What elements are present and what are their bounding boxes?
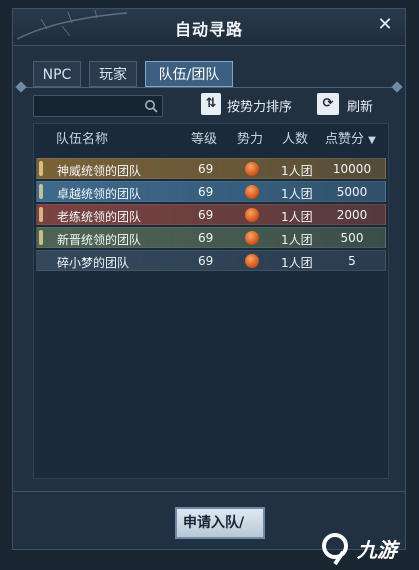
close-icon[interactable]: ✕ [375, 15, 395, 35]
level-cell: 69 [198, 185, 214, 199]
table-row[interactable]: 新晋统领的团队 69 1人团 500 [36, 227, 386, 248]
table-row[interactable]: 老练统领的团队 69 1人团 2000 [36, 204, 386, 225]
header-level: 等级 [191, 132, 218, 147]
team-name-cell: 卓越统领的团队 [57, 187, 142, 201]
faction-emblem-icon [245, 162, 259, 176]
team-name-cell: 新晋统领的团队 [57, 233, 142, 247]
table-header: 队伍名称 等级 势力 人数 点赞分 ▼ [34, 124, 388, 148]
sort-label: 按势力排序 [227, 100, 293, 115]
team-name-cell: 碎小梦的团队 [57, 256, 130, 270]
rank-stripe [39, 230, 43, 245]
rank-stripe [39, 207, 43, 222]
level-cell: 69 [198, 162, 214, 176]
team-name-cell: 神威统领的团队 [57, 164, 142, 178]
window-title: 自动寻路 [174, 20, 243, 39]
apply-join-button[interactable]: 申请入队/ [175, 507, 265, 539]
header-likes[interactable]: 点赞分 ▼ [325, 128, 376, 147]
faction-emblem-icon [245, 254, 259, 268]
search-input[interactable] [34, 96, 150, 116]
likes-cell: 5000 [336, 185, 368, 199]
level-cell: 69 [198, 254, 214, 268]
level-cell: 69 [198, 231, 214, 245]
faction-emblem-icon [245, 185, 259, 199]
title-bar: 自动寻路 ✕ [13, 9, 405, 46]
tab-players[interactable]: 玩家 [89, 61, 137, 87]
nine-game-logo-icon [322, 533, 348, 566]
members-cell: 1人团 [281, 187, 313, 201]
sort-desc-icon: ▼ [368, 135, 376, 146]
pathfinding-window: 自动寻路 ✕ NPC 玩家 队伍/团队 ⇅ 按势力排序 ⟳ 刷新 队伍名称 等级… [12, 8, 406, 550]
table-row[interactable]: 碎小梦的团队 69 1人团 5 [36, 250, 386, 271]
refresh-button[interactable]: ⟳ 刷新 [317, 93, 377, 117]
divider-ornament-icon [391, 81, 403, 93]
footer-divider [13, 491, 405, 492]
likes-cell: 500 [340, 231, 364, 245]
members-cell: 1人团 [281, 233, 313, 247]
header-likes-label: 点赞分 [325, 132, 365, 147]
refresh-label: 刷新 [347, 100, 374, 115]
tab-teams[interactable]: 队伍/团队 [145, 61, 233, 87]
header-members: 人数 [282, 132, 309, 147]
table-row[interactable]: 卓越统领的团队 69 1人团 5000 [36, 181, 386, 202]
refresh-icon: ⟳ [317, 93, 339, 115]
table-row[interactable]: 神威统领的团队 69 1人团 10000 [36, 158, 386, 179]
members-cell: 1人团 [281, 256, 313, 270]
level-cell: 69 [198, 208, 214, 222]
likes-cell: 5 [348, 254, 356, 268]
header-power: 势力 [237, 132, 264, 147]
members-cell: 1人团 [281, 164, 313, 178]
rank-stripe [39, 184, 43, 199]
team-name-cell: 老练统领的团队 [57, 210, 142, 224]
watermark-logo: 九游 [317, 530, 413, 566]
rank-stripe [39, 253, 43, 268]
faction-emblem-icon [245, 208, 259, 222]
team-table: 队伍名称 等级 势力 人数 点赞分 ▼ 神威统领的团队 69 1人团 10000 卓越统… [33, 123, 389, 479]
rank-stripe [39, 161, 43, 176]
search-box [33, 95, 163, 117]
sort-by-power-button[interactable]: ⇅ 按势力排序 [201, 93, 301, 117]
likes-cell: 2000 [336, 208, 368, 222]
header-team-name: 队伍名称 [56, 132, 109, 147]
search-icon[interactable] [144, 99, 158, 113]
likes-cell: 10000 [332, 162, 372, 176]
tab-npc[interactable]: NPC [33, 61, 81, 87]
members-cell: 1人团 [281, 210, 313, 224]
tab-divider [21, 87, 397, 88]
sort-icon: ⇅ [201, 93, 221, 115]
watermark-text: 九游 [357, 538, 397, 562]
faction-emblem-icon [245, 231, 259, 245]
divider-ornament-icon [15, 81, 27, 93]
